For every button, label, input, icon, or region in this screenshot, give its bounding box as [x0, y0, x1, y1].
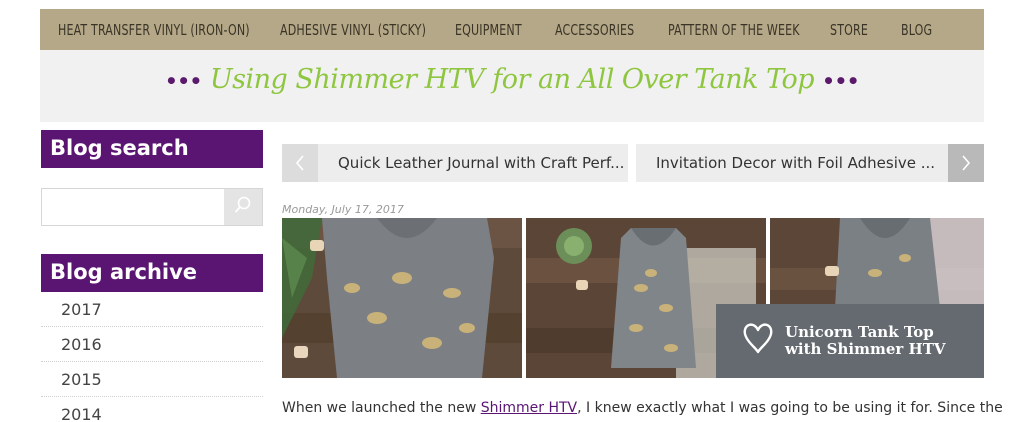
heart-icon: [742, 322, 774, 361]
nav-item-adhesive-vinyl[interactable]: ADHESIVE VINYL (STICKY): [280, 21, 426, 39]
shimmer-htv-link[interactable]: Shimmer HTV: [481, 400, 577, 416]
post-title-band: ••• Using Shimmer HTV for an All Over Ta…: [40, 50, 984, 122]
post-date: Monday, July 17, 2017: [282, 203, 404, 216]
previous-post-link[interactable]: Quick Leather Journal with Craft Perf...: [282, 144, 628, 182]
nav-item-accessories[interactable]: ACCESSORIES: [555, 21, 634, 39]
archive-year-2015[interactable]: 2015: [41, 362, 263, 397]
nav-item-pattern-of-the-week[interactable]: PATTERN OF THE WEEK: [668, 21, 800, 39]
nav-item-store[interactable]: STORE: [830, 21, 868, 39]
nav-item-blog[interactable]: BLOG: [901, 21, 932, 39]
decorative-dots-left: •••: [164, 69, 202, 93]
next-post-title: Invitation Decor with Foil Adhesive ...: [656, 154, 936, 172]
nav-item-equipment[interactable]: EQUIPMENT: [455, 21, 522, 39]
post-title: ••• Using Shimmer HTV for an All Over Ta…: [40, 64, 984, 95]
search-icon: [234, 196, 252, 219]
post-photo-tank-top-flatlay: [282, 218, 522, 378]
body-text-intro: When we launched the new: [282, 400, 481, 416]
archive-year-2014[interactable]: 2014: [41, 397, 263, 422]
caption-line-1: Unicorn Tank Top: [785, 323, 934, 341]
search-button[interactable]: [224, 189, 262, 225]
photo-caption-overlay: Unicorn Tank Top with Shimmer HTV: [716, 304, 984, 378]
caption-line-2: with Shimmer HTV: [785, 340, 946, 358]
blog-search-form: [41, 188, 263, 226]
next-post-link[interactable]: Invitation Decor with Foil Adhesive ...: [636, 144, 984, 182]
chevron-right-icon: [948, 144, 984, 182]
body-text-continued: , I knew exactly what I was going to be …: [577, 400, 1003, 416]
photo-caption-text: Unicorn Tank Top with Shimmer HTV: [785, 324, 975, 358]
post-title-text: Using Shimmer HTV for an All Over Tank T…: [209, 64, 815, 95]
archive-year-2016[interactable]: 2016: [41, 327, 263, 362]
archive-year-2017[interactable]: 2017: [41, 292, 263, 327]
blog-search-heading: Blog search: [41, 130, 263, 168]
search-input[interactable]: [42, 189, 225, 225]
post-body-paragraph: When we launched the new Shimmer HTV, I …: [282, 400, 1003, 416]
previous-post-title: Quick Leather Journal with Craft Perf...: [338, 154, 625, 172]
chevron-left-icon: [282, 144, 318, 182]
archive-year-list: 2017 2016 2015 2014: [41, 292, 263, 422]
decorative-dots-right: •••: [822, 69, 860, 93]
nav-item-heat-transfer-vinyl[interactable]: HEAT TRANSFER VINYL (IRON-ON): [58, 21, 250, 39]
main-nav: HEAT TRANSFER VINYL (IRON-ON) ADHESIVE V…: [40, 9, 984, 50]
blog-archive-heading: Blog archive: [41, 254, 263, 292]
